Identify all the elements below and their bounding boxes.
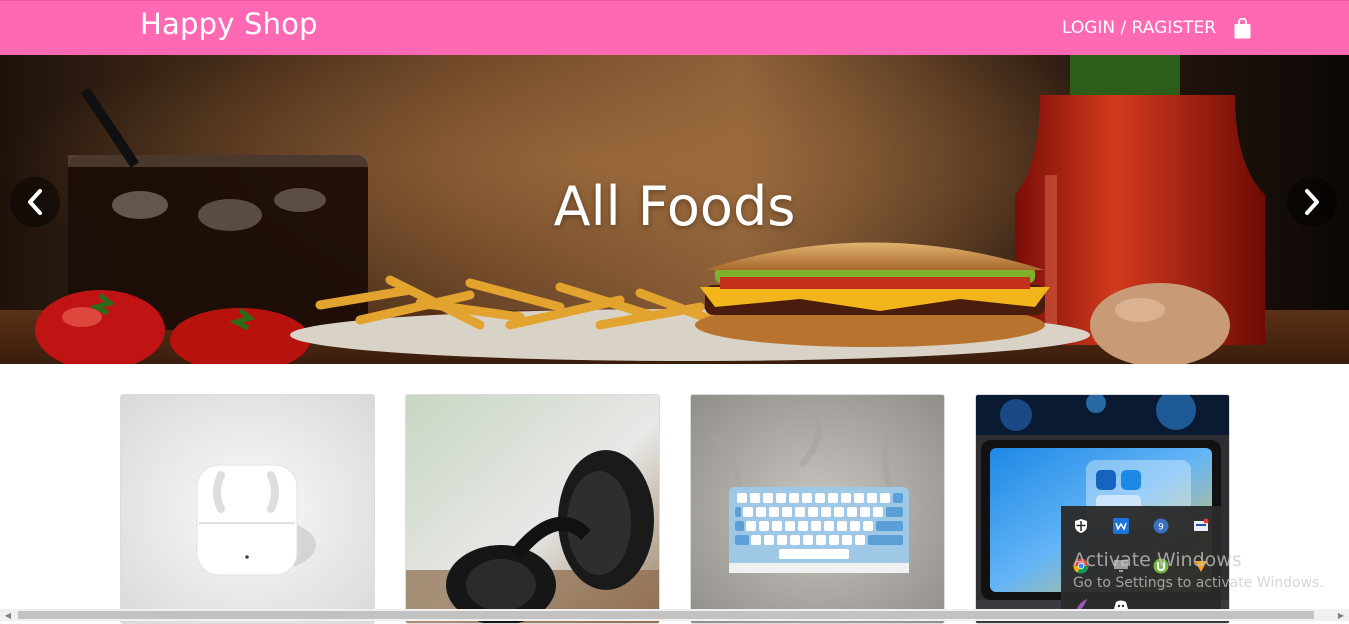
utorrent-icon[interactable] [1153,558,1169,574]
chevron-left-icon [28,189,42,215]
chevron-right-icon [1305,189,1319,215]
horizontal-scrollbar[interactable]: ◀ ▶ [0,609,1349,621]
scrollbar-thumb[interactable] [18,611,1314,619]
shopping-bag-icon[interactable] [1234,18,1251,39]
brand-logo[interactable]: Happy Shop [140,7,318,41]
scroll-right-icon[interactable]: ▶ [1335,611,1347,620]
security-shield-icon[interactable] [1073,518,1089,534]
product-card-keyboard[interactable] [690,394,945,624]
product-card-airpods[interactable] [120,394,375,624]
carousel-prev-button[interactable] [10,177,60,227]
chrome-icon[interactable] [1073,558,1089,574]
navbar: Happy Shop LOGIN / RAGISTER [0,0,1349,55]
system-tray-popup: 9 [1061,506,1221,621]
login-register-link[interactable]: LOGIN / RAGISTER [1062,18,1216,38]
chat-notification-icon[interactable]: 9 [1153,518,1169,534]
tray-badge: 9 [1158,523,1164,533]
vpn-icon[interactable] [1193,558,1209,574]
scroll-left-icon[interactable]: ◀ [2,611,14,620]
waves-app-icon[interactable] [1113,518,1129,534]
headphones-image [406,395,659,623]
keyboard-image [691,395,944,623]
airpods-image [121,395,374,623]
carousel-next-button[interactable] [1287,177,1337,227]
hero-carousel: All Foods [0,55,1349,364]
product-card-headphones[interactable] [405,394,660,624]
hero-title: All Foods [553,175,796,238]
display-app-icon[interactable] [1193,518,1209,534]
monitor-icon[interactable] [1113,558,1129,574]
